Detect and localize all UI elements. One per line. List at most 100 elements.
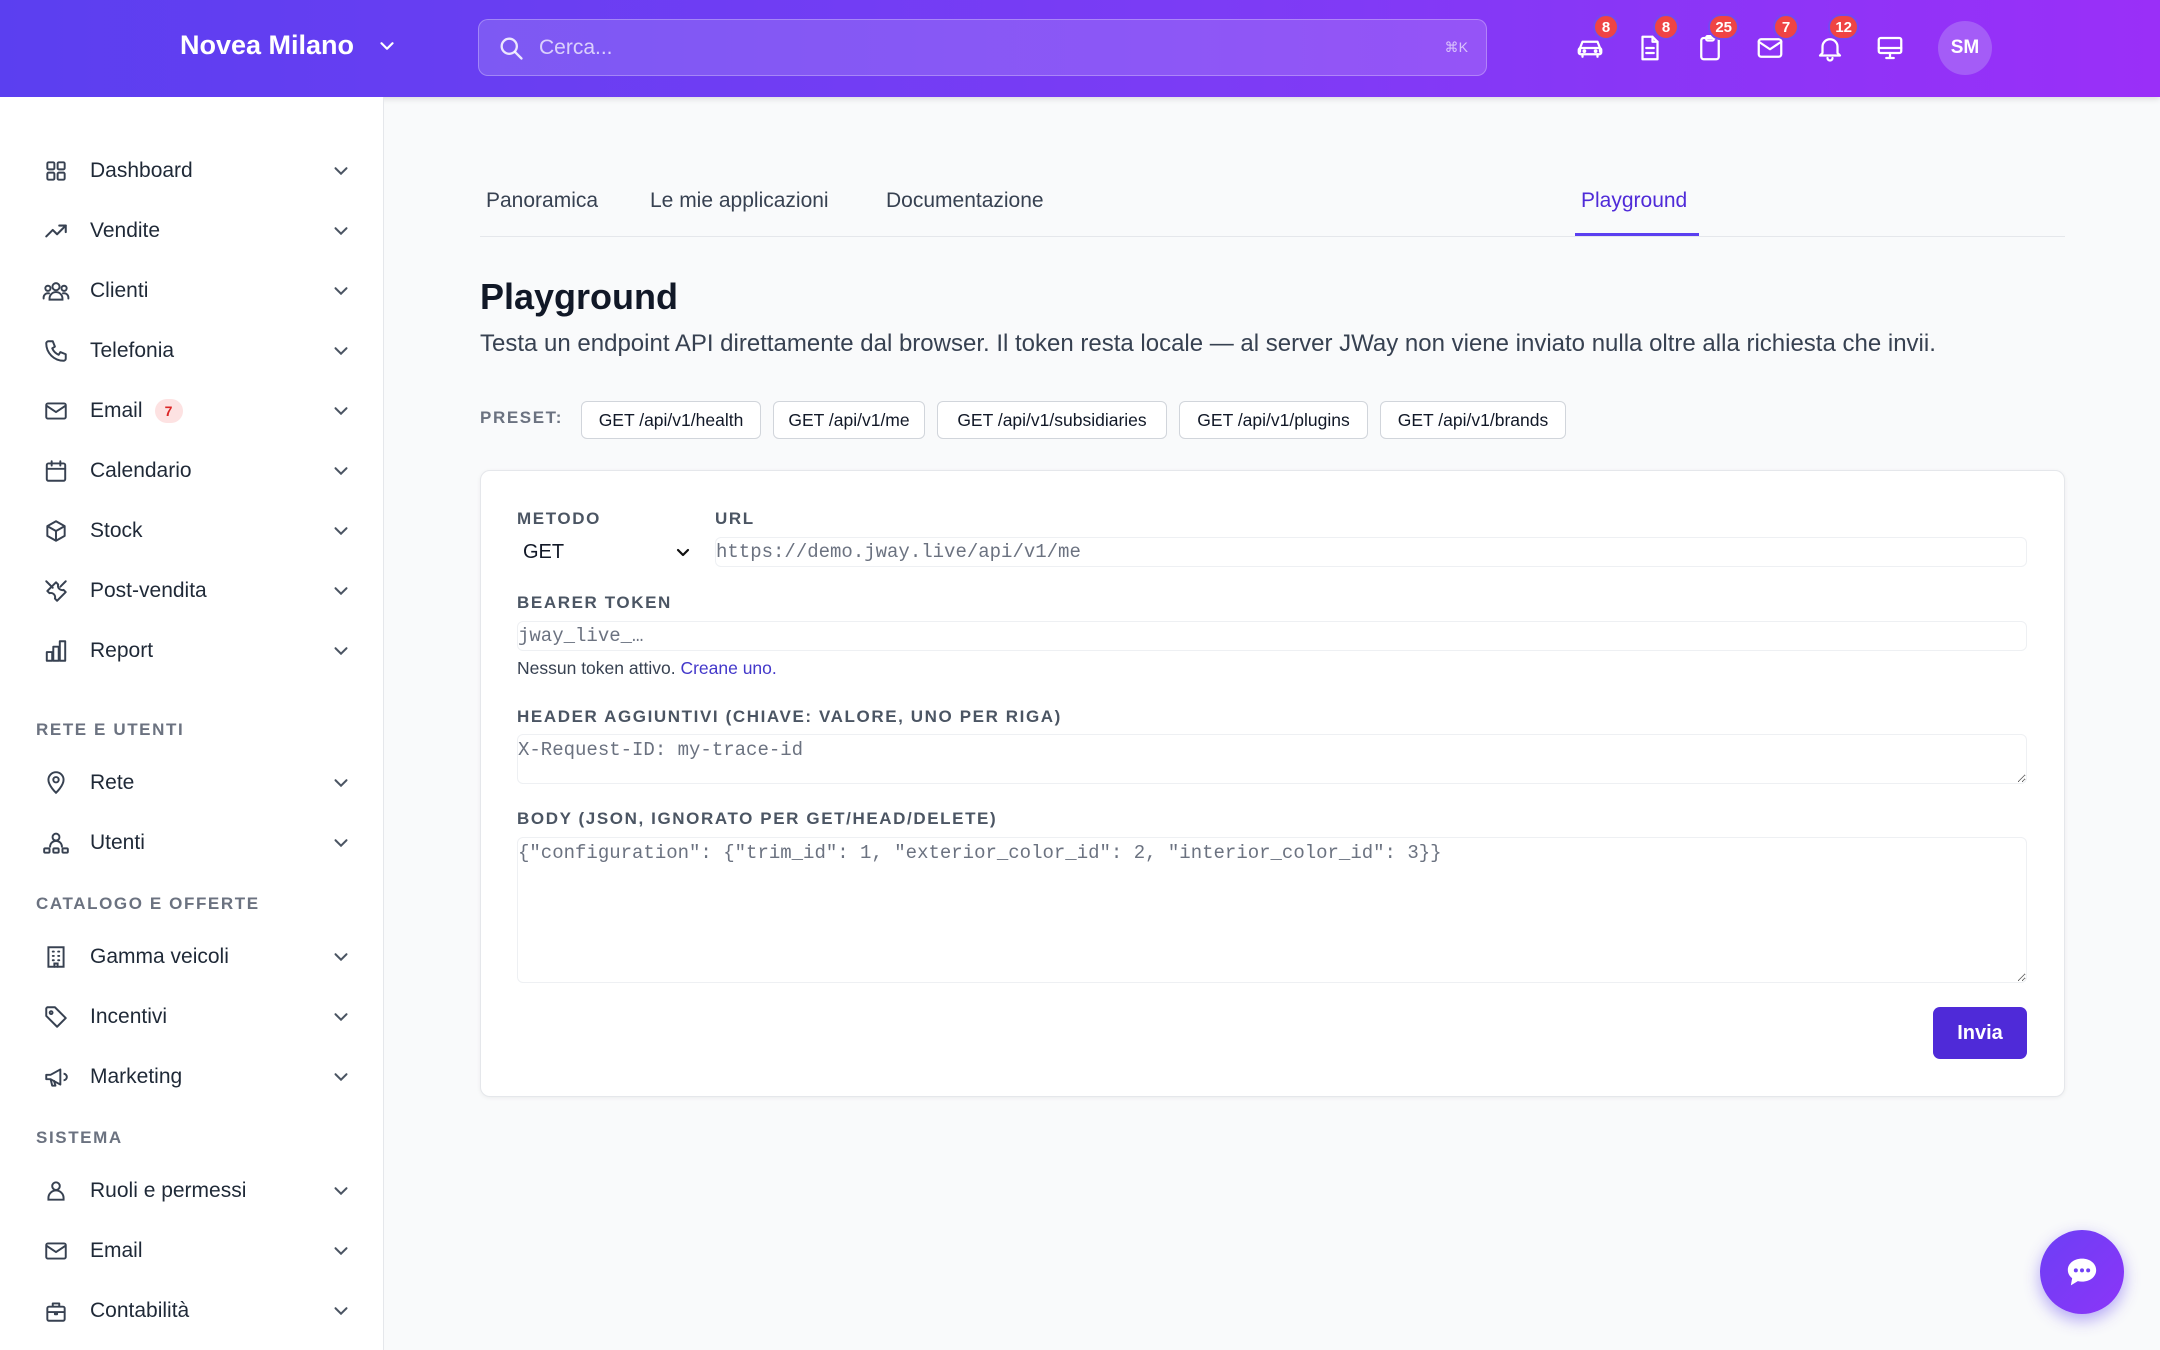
chevron-down-icon xyxy=(334,1307,348,1316)
chevron-down-icon xyxy=(334,527,348,536)
tab-le-mie-applicazioni[interactable]: Le mie applicazioni xyxy=(650,189,829,237)
sidebar-item-label: Gamma veicoli xyxy=(90,945,229,968)
sidebar-item-ruoli-e-permessi[interactable]: Ruoli e permessi xyxy=(42,1171,352,1211)
search-icon xyxy=(500,37,523,60)
sidebar-item-calendario[interactable]: Calendario xyxy=(42,451,352,491)
sidebar-item-dashboard[interactable]: Dashboard xyxy=(42,151,352,191)
preset-button-health[interactable]: GET /api/v1/health xyxy=(581,401,761,439)
search-box[interactable]: ⌘K xyxy=(478,19,1487,76)
user-icon xyxy=(42,1177,70,1205)
chevron-down-icon xyxy=(334,347,348,356)
sidebar-item-label: Marketing xyxy=(90,1065,183,1088)
active-tab-indicator xyxy=(1575,233,1699,236)
building-icon xyxy=(42,943,70,971)
preset-button-plugins[interactable]: GET /api/v1/plugins xyxy=(1179,401,1368,439)
avatar[interactable]: SM xyxy=(1938,21,1992,75)
chevron-down-icon xyxy=(676,548,690,557)
sidebar-item-marketing[interactable]: Marketing xyxy=(42,1057,352,1097)
sidebar-item-label: Email xyxy=(90,1239,143,1262)
grid-icon xyxy=(42,157,70,185)
chevron-down-icon xyxy=(334,1073,348,1082)
trending-up-icon xyxy=(42,217,70,245)
page-description: Testa un endpoint API direttamente dal b… xyxy=(480,330,1936,357)
sidebar-item-utenti[interactable]: Utenti xyxy=(42,823,352,863)
car-icon[interactable]: 8 xyxy=(1573,14,1619,65)
chevron-down-icon xyxy=(334,467,348,476)
bearer-token-input[interactable] xyxy=(517,621,2027,651)
chat-bubble-icon xyxy=(2067,1258,2097,1286)
search-input[interactable] xyxy=(539,35,1445,60)
sidebar-item-clienti[interactable]: Clienti xyxy=(42,271,352,311)
preset-button-brands[interactable]: GET /api/v1/brands xyxy=(1380,401,1566,439)
token-hint: Nessun token attivo. Creane uno. xyxy=(517,658,777,679)
mail-icon xyxy=(42,397,70,425)
sidebar-item-rete[interactable]: Rete xyxy=(42,763,352,803)
sidebar-item-telefonia[interactable]: Telefonia xyxy=(42,331,352,371)
sidebar-item-label: Rete xyxy=(90,771,135,794)
wrench-icon xyxy=(42,577,70,605)
sidebar-item-email-system[interactable]: Email xyxy=(42,1231,352,1271)
preset-button-me[interactable]: GET /api/v1/me xyxy=(773,401,925,439)
sidebar-item-label: Email xyxy=(90,399,143,422)
sidebar-item-label: Report xyxy=(90,639,154,662)
sidebar-item-label: Vendite xyxy=(90,219,161,242)
tab-bar: Panoramica Le mie applicazioni Documenta… xyxy=(480,175,2065,237)
chevron-down-icon xyxy=(334,167,348,176)
sidebar-section-title: CATALOGO E OFFERTE xyxy=(36,894,260,913)
url-label: URL xyxy=(715,509,755,528)
sidebar: Dashboard Vendite Clienti Telefonia Emai… xyxy=(0,97,384,1350)
chat-fab[interactable] xyxy=(2040,1230,2124,1314)
sidebar-item-incentivi[interactable]: Incentivi xyxy=(42,997,352,1037)
clipboard-icon[interactable]: 25 xyxy=(1693,14,1739,65)
sidebar-item-contabilita[interactable]: Contabilità xyxy=(42,1291,352,1331)
sidebar-item-email[interactable]: Email 7 xyxy=(42,391,352,431)
sidebar-item-vendite[interactable]: Vendite xyxy=(42,211,352,251)
sidebar-section-title: RETE E UTENTI xyxy=(36,720,185,739)
phone-icon xyxy=(42,337,70,365)
body-label: BODY (JSON, IGNORATO PER GET/HEAD/DELETE… xyxy=(517,809,998,828)
sidebar-item-report[interactable]: Report xyxy=(42,631,352,671)
cube-icon xyxy=(42,517,70,545)
sidebar-item-label: Contabilità xyxy=(90,1299,190,1322)
send-button[interactable]: Invia xyxy=(1933,1007,2027,1059)
sidebar-item-gamma-veicoli[interactable]: Gamma veicoli xyxy=(42,937,352,977)
search-shortcut: ⌘K xyxy=(1444,39,1468,55)
chevron-down-icon xyxy=(334,953,348,962)
sidebar-item-label: Dashboard xyxy=(90,159,193,182)
sidebar-item-label: Stock xyxy=(90,519,143,542)
bell-icon[interactable]: 12 xyxy=(1813,14,1859,65)
chevron-down-icon xyxy=(334,1247,348,1256)
headers-label: HEADER AGGIUNTIVI (CHIAVE: VALORE, UNO P… xyxy=(517,707,1062,726)
preset-label: PRESET: xyxy=(480,408,563,427)
chevron-down-icon xyxy=(380,41,394,50)
sidebar-item-stock[interactable]: Stock xyxy=(42,511,352,551)
notification-badge: 8 xyxy=(1593,14,1619,40)
create-token-link[interactable]: Creane uno. xyxy=(680,658,776,678)
headers-textarea[interactable] xyxy=(517,734,2027,784)
method-select[interactable]: GET xyxy=(517,537,697,567)
org-name: Novea Milano xyxy=(180,30,355,60)
chevron-down-icon xyxy=(334,587,348,596)
sidebar-item-label: Clienti xyxy=(90,279,149,302)
org-switcher[interactable]: Novea Milano xyxy=(180,30,398,61)
sidebar-item-label: Ruoli e permessi xyxy=(90,1179,247,1202)
body-textarea[interactable] xyxy=(517,837,2027,983)
token-hint-text: Nessun token attivo. xyxy=(517,658,676,678)
monitor-icon[interactable] xyxy=(1873,31,1907,65)
sidebar-item-label: Utenti xyxy=(90,831,145,854)
users-icon xyxy=(42,277,70,305)
url-input[interactable] xyxy=(715,537,2027,567)
tab-documentazione[interactable]: Documentazione xyxy=(886,189,1044,237)
mail-icon[interactable]: 7 xyxy=(1753,14,1799,65)
user-network-icon xyxy=(42,829,70,857)
chevron-down-icon xyxy=(334,227,348,236)
sidebar-item-post-vendita[interactable]: Post-vendita xyxy=(42,571,352,611)
method-label: METODO xyxy=(517,509,601,528)
count-badge: 7 xyxy=(154,399,183,423)
tab-playground[interactable]: Playground xyxy=(1581,189,1687,237)
preset-button-subsidiaries[interactable]: GET /api/v1/subsidiaries xyxy=(937,401,1167,439)
chevron-down-icon xyxy=(334,779,348,788)
document-icon[interactable]: 8 xyxy=(1633,14,1679,65)
chevron-down-icon xyxy=(334,1013,348,1022)
tab-panoramica[interactable]: Panoramica xyxy=(486,189,598,237)
